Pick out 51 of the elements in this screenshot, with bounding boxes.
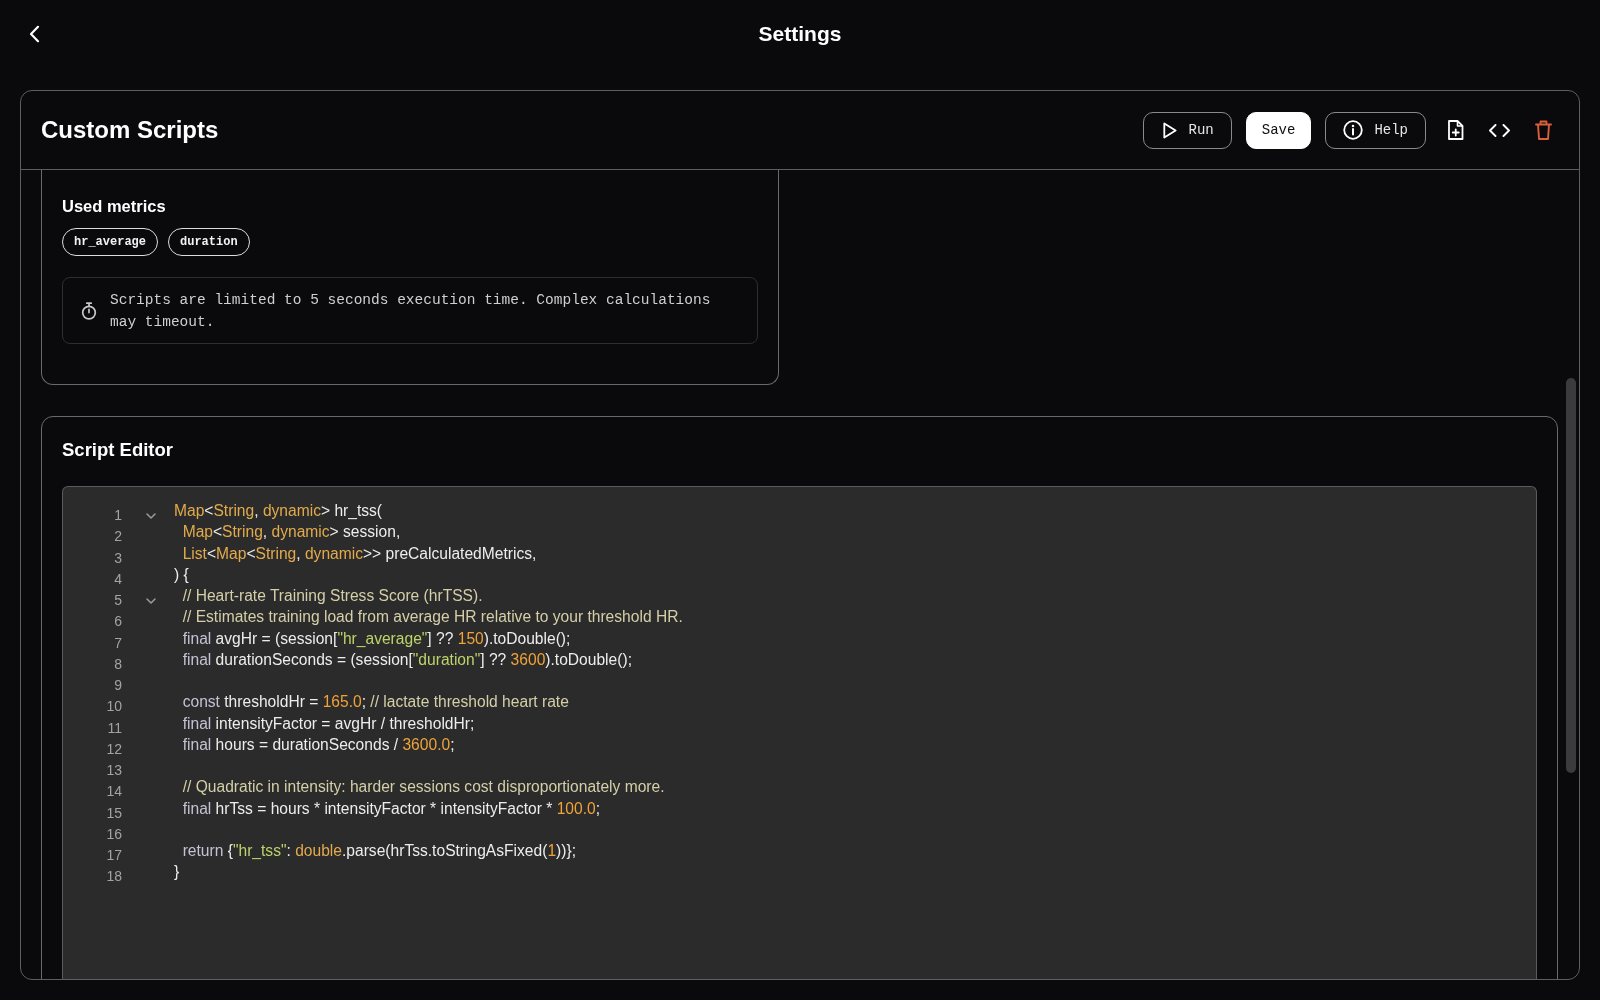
play-icon [1160, 120, 1178, 140]
help-button[interactable]: Help [1325, 111, 1426, 149]
code-line: final intensityFactor = avgHr / thresholdHr; [181, 713, 475, 734]
code-line: final hrTss = hours * intensityFactor * intensityFactor * 100.0; [181, 798, 601, 819]
line-number: 12 [105, 739, 122, 759]
line-number: 8 [113, 654, 122, 674]
line-number: 14 [105, 782, 122, 802]
line-number: 17 [105, 846, 122, 865]
file-plus-icon[interactable] [1446, 120, 1464, 140]
page-title: Settings [758, 22, 842, 46]
line-number: 4 [113, 569, 122, 589]
code-line: const thresholdHr = 165.0; // lactate threshold heart rate [181, 692, 569, 713]
line-number: 7 [113, 633, 122, 653]
code-line: final durationSeconds = (session["duration"] ?? 3600).toDouble(); [181, 649, 632, 670]
line-number: 6 [113, 612, 122, 632]
save-button[interactable]: Save [1245, 111, 1312, 149]
code-line: final hours = durationSeconds / 3600.0; [181, 734, 455, 755]
code-line: // Heart-rate Training Stress Score (hrTSS). [181, 586, 483, 606]
code-line: Map<String, dynamic> hr_tss( [174, 501, 383, 521]
stopwatch-icon [81, 302, 97, 320]
code-line: // Quadratic in intensity: harder sessions cost disproportionately more. [181, 777, 665, 798]
line-number: 3 [113, 548, 122, 568]
line-number: 16 [105, 824, 122, 844]
code-line: } [174, 862, 180, 883]
code-line: return {"hr_tss": double.parse(hrTss.toStringAsFixed(1))}; [181, 841, 576, 861]
scrollbar-thumb[interactable] [1566, 378, 1576, 773]
run-button[interactable]: Run [1142, 111, 1232, 149]
code-line: Map<String, dynamic> session, [181, 522, 401, 543]
line-number: 15 [105, 803, 122, 823]
line-number: 11 [106, 718, 122, 738]
code-icon[interactable] [1488, 123, 1510, 137]
section-heading: Script Editor [62, 438, 174, 462]
chevron-down-icon[interactable] [146, 597, 156, 604]
code-line: final avgHr = (session["hr_average"] ?? 150).toDouble(); [181, 628, 571, 649]
line-number: 5 [113, 591, 122, 610]
info-icon [1343, 120, 1364, 140]
line-number: 2 [113, 527, 122, 547]
line-number: 10 [105, 697, 122, 717]
delete-icon[interactable] [1534, 120, 1552, 140]
line-number: 1 [113, 506, 122, 525]
chevron-down-icon[interactable] [146, 512, 156, 519]
panel-title: Custom Scripts [41, 116, 219, 144]
code-line: List<Map<String, dynamic>> preCalculatedMetrics, [181, 543, 537, 564]
line-number: 18 [105, 867, 122, 887]
back-icon[interactable] [29, 25, 40, 43]
notice-text: Scripts are limited to 5 seconds execution time. Complex calculations may timeout. [110, 291, 712, 332]
line-number: 9 [113, 676, 122, 695]
code-line: // Estimates training load from average HR relative to your threshold HR. [181, 607, 683, 628]
section-heading: Used metrics [62, 196, 167, 217]
line-number: 13 [105, 761, 122, 780]
code-line: ) { [174, 564, 189, 585]
